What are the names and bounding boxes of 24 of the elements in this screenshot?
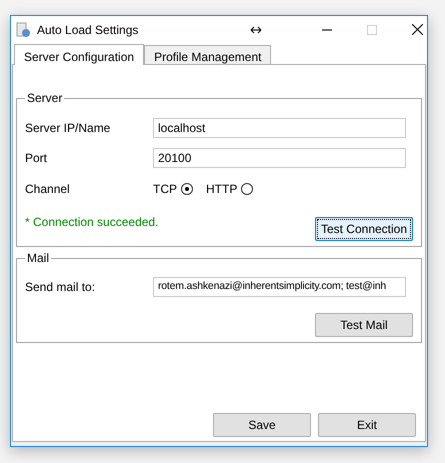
tab[interactable]: Server Configuration [14,44,144,65]
resize-icon [250,26,262,34]
radio-label: TCP [153,181,177,198]
status-message: * Connection succeeded. [25,214,158,231]
text-field[interactable]: 20100 [153,148,406,168]
group-title: Server [26,90,64,107]
app-icon [15,22,31,38]
field-label: Port [25,150,48,167]
field-label: Channel [25,181,71,198]
group-title: Mail [26,250,50,267]
dialog-button[interactable]: Test Mail [315,313,413,337]
test-connection-button[interactable]: Test Connection [315,217,413,241]
text-field[interactable]: localhost [153,118,406,138]
radio-button[interactable] [181,183,193,195]
close-icon[interactable] [412,24,424,35]
field-label: Send mail to: [25,279,96,296]
dialog-button[interactable]: Exit [318,413,416,437]
radio-label: HTTP [206,181,238,198]
field-label: Server IP/Name [25,120,112,137]
tab[interactable]: Profile Management [144,45,272,64]
dialog-button[interactable]: Save [213,413,311,437]
window-title: Auto Load Settings [37,22,138,38]
text-field[interactable]: rotem.ashkenazi@inherentsimplicity.com; test@inh [153,277,406,297]
radio-button[interactable] [241,183,254,195]
